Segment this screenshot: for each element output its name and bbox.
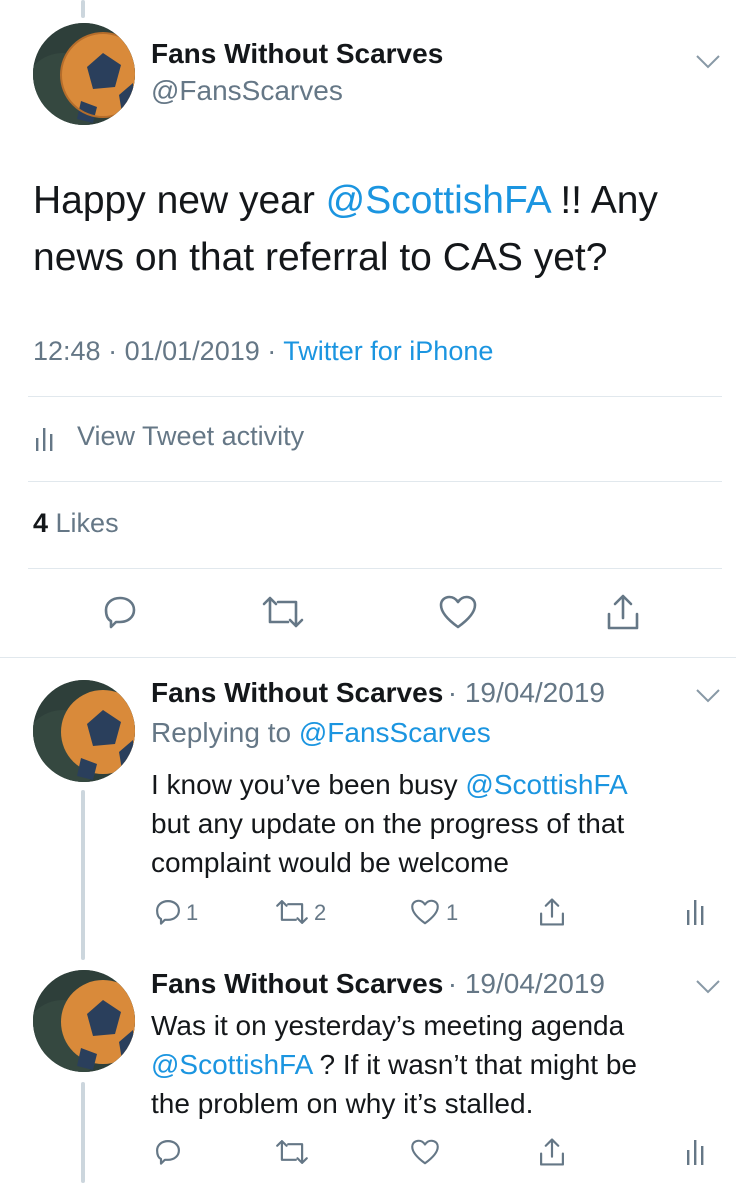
chevron-down-icon[interactable] [695,54,721,70]
reply-text-part: ? If it wasn’t that might be [311,1049,637,1080]
reply-text-line: the problem on why it’s stalled. [151,1088,534,1119]
avatar[interactable] [33,680,135,782]
reply-date: · 19/04/2019 [447,677,605,708]
divider [0,657,736,658]
reply-header: Fans Without Scarves · 19/04/2019 [151,968,605,1000]
retweet-count: 2 [314,900,327,925]
reply-text: I know you’ve been busy @ScottishFA but … [151,765,721,882]
meta-separator: · [108,336,118,366]
reply-icon [156,900,180,925]
like-icon [411,899,439,925]
likes-number: 4 [33,508,49,538]
retweet-icon[interactable] [260,594,306,630]
mention-link[interactable]: @ScottishFA [151,1049,312,1080]
view-tweet-activity-label: View Tweet activity [77,421,305,451]
tweet-time: 12:48 [33,336,101,366]
share-icon[interactable] [538,1136,566,1168]
reply-text-part: I know you’ve been busy [151,769,466,800]
like-icon[interactable] [410,1138,440,1166]
avatar-ball-image [33,23,135,125]
reply-text-line: but any update on the progress of that [151,808,625,839]
analytics-icon[interactable] [686,1138,708,1166]
reply-action-button[interactable]: 1 [154,898,214,928]
divider [28,481,722,482]
meta-separator: · [267,336,277,366]
tweet-text-line: news on that referral to CAS yet? [33,236,608,279]
chevron-down-icon[interactable] [695,979,721,995]
reply-count: 1 [186,900,199,925]
tweet-text: Happy new year @ScottishFA !! Any news o… [33,172,713,286]
replying-to-handle[interactable]: @FansScarves [299,717,491,748]
like-icon[interactable] [438,594,478,630]
replying-to-prefix: Replying to [151,717,299,748]
like-action-button[interactable]: 1 [410,898,470,928]
share-icon[interactable] [605,592,641,632]
author-name[interactable]: Fans Without Scarves [151,968,443,999]
replying-to: Replying to @FansScarves [151,717,491,749]
tweet-text-part: !! Any [549,179,658,222]
tweet-meta: 12:48 · 01/01/2019 · Twitter for iPhone [33,336,493,367]
avatar-ball-image [33,970,135,1072]
analytics-icon[interactable] [686,898,708,926]
mention-link[interactable]: @ScottishFA [465,769,627,800]
avatar[interactable] [33,23,135,125]
likes-count[interactable]: 4 Likes [33,508,119,539]
reply-text-line: Was it on yesterday’s meeting agenda [151,1010,625,1041]
retweet-icon[interactable] [274,1138,310,1166]
chevron-down-icon[interactable] [695,688,721,704]
divider [28,568,722,569]
author-name[interactable]: Fans Without Scarves [151,38,443,70]
reply-text: Was it on yesterday’s meeting agenda @Sc… [151,1006,721,1123]
reply-icon[interactable] [154,1138,182,1166]
reply-date: · 19/04/2019 [447,968,605,999]
mention-link[interactable]: @ScottishFA [326,179,550,222]
share-icon[interactable] [538,896,566,928]
reply-text-line: complaint would be welcome [151,847,509,878]
tweet-source-link[interactable]: Twitter for iPhone [283,336,493,366]
tweet-date: 01/01/2019 [124,336,260,366]
likes-label: Likes [48,508,119,538]
analytics-icon [36,428,53,451]
like-count: 1 [446,900,459,925]
divider [28,396,722,397]
thread-line [81,790,85,960]
reply-header: Fans Without Scarves · 19/04/2019 [151,677,605,709]
author-handle[interactable]: @FansScarves [151,75,343,107]
avatar-ball-image [33,680,135,782]
tweet-text-part: Happy new year [33,179,326,222]
reply-icon[interactable] [102,594,138,630]
thread-line-top [81,0,85,18]
retweet-action-button[interactable]: 2 [274,898,344,928]
author-name[interactable]: Fans Without Scarves [151,677,443,708]
retweet-icon [276,900,308,924]
thread-line [81,1082,85,1183]
avatar[interactable] [33,970,135,1072]
